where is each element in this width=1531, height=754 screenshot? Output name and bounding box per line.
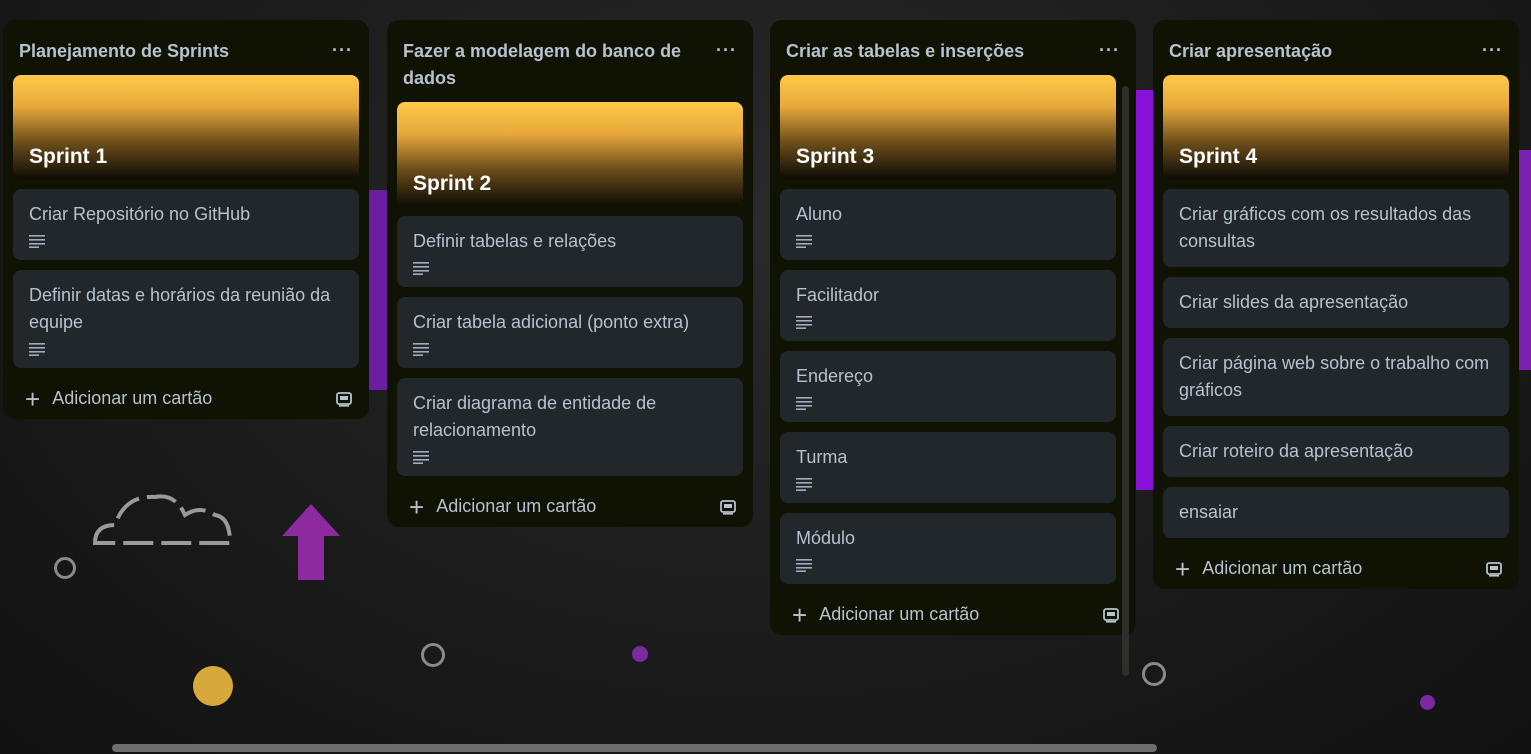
description-lines-icon (796, 478, 812, 491)
description-lines-icon (413, 343, 429, 356)
plus-icon: + (1175, 553, 1191, 584)
list-title[interactable]: Planejamento de Sprints (19, 38, 309, 65)
background-arrow-up-icon (282, 504, 340, 580)
card-title: Criar Repositório no GitHub (29, 204, 251, 224)
description-lines-icon (29, 343, 45, 356)
card[interactable]: Endereço (780, 351, 1116, 422)
card-title: Criar roteiro da apresentação (1179, 441, 1414, 461)
card-template-icon[interactable] (335, 390, 353, 408)
card-template-icon[interactable] (1102, 606, 1120, 624)
card-title: Definir datas e horários da reunião da e… (29, 285, 331, 332)
card-cover[interactable]: Sprint 4 (1163, 75, 1509, 179)
more-horizontal-icon[interactable]: ··· (332, 40, 353, 60)
background-cloud-icon (92, 494, 233, 545)
card[interactable]: Aluno (780, 189, 1116, 260)
background-ring (1142, 662, 1166, 686)
card[interactable]: ensaiar (1163, 487, 1509, 538)
plus-icon: + (25, 383, 41, 414)
list-title[interactable]: Fazer a modelagem do banco de dados (403, 38, 693, 92)
more-horizontal-icon[interactable]: ··· (716, 40, 737, 60)
description-lines-icon (796, 397, 812, 410)
card-template-icon[interactable] (1485, 560, 1503, 578)
card-title: Endereço (796, 366, 874, 386)
card[interactable]: Criar Repositório no GitHub (13, 189, 359, 260)
card-template-icon[interactable] (719, 498, 737, 516)
description-lines-icon (413, 262, 429, 275)
add-card-button[interactable]: + Adicionar um cartão (1163, 548, 1509, 584)
list-header: Criar as tabelas e inserções ··· (780, 20, 1126, 75)
description-lines-icon (796, 559, 812, 572)
card-title: Turma (796, 447, 848, 467)
card[interactable]: Criar diagrama de entidade de relacionam… (397, 378, 743, 476)
card-cover[interactable]: Sprint 1 (13, 75, 359, 179)
description-lines-icon (796, 235, 812, 248)
list-criar-apresentacao: Criar apresentação ··· Sprint 4 Criar gr… (1153, 20, 1519, 589)
card-title: Criar slides da apresentação (1179, 292, 1409, 312)
card[interactable]: Módulo (780, 513, 1116, 584)
card-title: Criar tabela adicional (ponto extra) (413, 312, 690, 332)
list-title[interactable]: Criar apresentação (1169, 38, 1459, 65)
more-horizontal-icon[interactable]: ··· (1482, 40, 1503, 60)
card[interactable]: Criar página web sobre o trabalho com gr… (1163, 338, 1509, 416)
add-card-label: Adicionar um cartão (52, 388, 213, 408)
list-scrollbar[interactable] (1122, 86, 1129, 676)
add-card-label: Adicionar um cartão (819, 604, 980, 624)
plus-icon: + (409, 491, 425, 522)
card-cover[interactable]: Sprint 2 (397, 102, 743, 206)
card-title: Módulo (796, 528, 856, 548)
card[interactable]: Criar tabela adicional (ponto extra) (397, 297, 743, 368)
card-cover-title: Sprint 1 (29, 145, 108, 168)
background-dot (632, 646, 648, 662)
description-lines-icon (29, 235, 45, 248)
background-dot (1420, 695, 1435, 710)
background-circle (193, 666, 233, 706)
description-lines-icon (796, 316, 812, 329)
background-purple-shape (1518, 150, 1531, 370)
add-card-button[interactable]: + Adicionar um cartão (13, 378, 359, 414)
list-criar-as-tabelas: Criar as tabelas e inserções ··· Sprint … (770, 20, 1136, 635)
card-title: Aluno (796, 204, 843, 224)
card[interactable]: Definir tabelas e relações (397, 216, 743, 287)
card-title: Criar diagrama de entidade de relacionam… (413, 393, 657, 440)
card-title: Facilitador (796, 285, 880, 305)
list-fazer-a-modelagem: Fazer a modelagem do banco de dados ··· … (387, 20, 753, 527)
card[interactable]: Facilitador (780, 270, 1116, 341)
add-card-button[interactable]: + Adicionar um cartão (780, 594, 1126, 630)
card-cover-title: Sprint 2 (413, 172, 492, 195)
card[interactable]: Criar gráficos com os resultados das con… (1163, 189, 1509, 267)
card-title: Criar página web sobre o trabalho com gr… (1179, 353, 1490, 400)
card-cover[interactable]: Sprint 3 (780, 75, 1116, 179)
card-cover-title: Sprint 4 (1179, 145, 1258, 168)
list-header: Fazer a modelagem do banco de dados ··· (397, 20, 743, 102)
list-header: Criar apresentação ··· (1163, 20, 1509, 75)
plus-icon: + (792, 599, 808, 630)
card[interactable]: Definir datas e horários da reunião da e… (13, 270, 359, 368)
list-title[interactable]: Criar as tabelas e inserções (786, 38, 1076, 65)
description-lines-icon (413, 451, 429, 464)
background-ring (421, 643, 445, 667)
background-ring (54, 557, 76, 579)
card-title: ensaiar (1179, 502, 1239, 522)
card-cover-title: Sprint 3 (796, 145, 875, 168)
add-card-label: Adicionar um cartão (1202, 558, 1363, 578)
list-planejamento-de-sprints: Planejamento de Sprints ··· Sprint 1 Cri… (3, 20, 369, 419)
board-horizontal-scrollbar[interactable] (112, 744, 1157, 752)
more-horizontal-icon[interactable]: ··· (1099, 40, 1120, 60)
card[interactable]: Turma (780, 432, 1116, 503)
card-title: Criar gráficos com os resultados das con… (1179, 204, 1472, 251)
card[interactable]: Criar roteiro da apresentação (1163, 426, 1509, 477)
card[interactable]: Criar slides da apresentação (1163, 277, 1509, 328)
add-card-button[interactable]: + Adicionar um cartão (397, 486, 743, 522)
card-title: Definir tabelas e relações (413, 231, 617, 251)
list-header: Planejamento de Sprints ··· (13, 20, 359, 75)
add-card-label: Adicionar um cartão (436, 496, 597, 516)
